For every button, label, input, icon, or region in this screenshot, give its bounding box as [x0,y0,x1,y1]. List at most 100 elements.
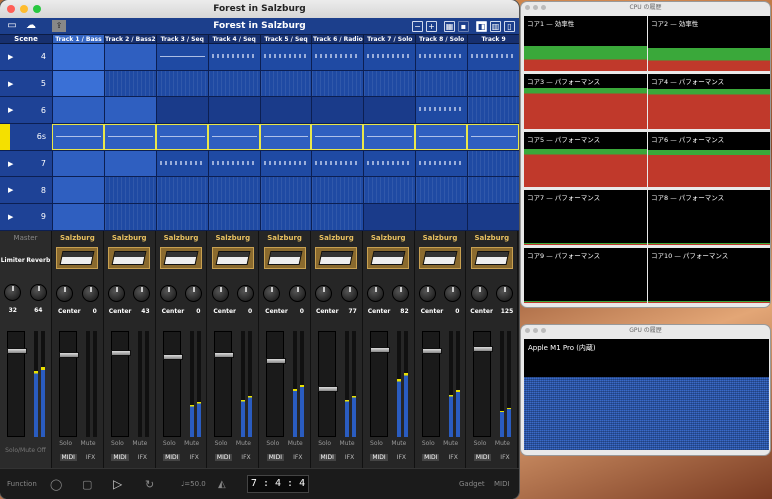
loop-icon[interactable]: ↻ [145,478,154,491]
zoom-button[interactable] [541,328,546,333]
clip-slot[interactable] [415,70,468,97]
instrument-name[interactable]: Salzburg [466,231,517,245]
midi-button[interactable]: MIDI [473,454,492,461]
solo-button[interactable]: Solo [163,440,176,447]
instrument-thumbnail[interactable] [315,247,358,269]
clip-slot[interactable] [207,70,260,97]
clip-slot[interactable] [207,204,260,230]
clip-slot[interactable] [259,150,312,177]
volume-fader[interactable] [318,331,338,437]
clip-slot[interactable] [52,177,104,204]
tempo-display[interactable]: ♩=50.0 [181,480,206,488]
pan-knob[interactable] [107,285,125,302]
clip-slot[interactable] [363,97,416,124]
clip-slot[interactable] [207,177,260,204]
add-track-button[interactable]: + [426,20,437,32]
scene-row[interactable]: ▶ 9 [0,204,52,231]
ifx-button[interactable]: IFX [86,454,95,461]
clip-slot[interactable] [363,177,416,204]
clip-slot[interactable] [207,44,260,70]
clip-slot[interactable] [415,97,468,124]
instrument-name[interactable]: Salzburg [207,231,258,245]
record-icon[interactable]: ◯ [50,478,62,491]
play-icon[interactable]: ▶ [8,186,18,194]
clip-slot[interactable] [363,124,416,150]
instrument-name[interactable]: Salzburg [311,231,362,245]
pan-knob[interactable] [159,285,177,302]
close-button[interactable] [525,5,530,10]
view-mixer-icon[interactable]: ▥ [490,20,501,32]
send-knob[interactable] [236,285,254,302]
play-icon[interactable]: ▶ [8,106,18,114]
instrument-thumbnail[interactable] [108,247,151,269]
midi-button[interactable]: MIDI [214,454,233,461]
instrument-name[interactable]: Salzburg [415,231,466,245]
limiter-knob[interactable] [4,284,22,301]
midi-button[interactable]: MIDI [59,454,77,461]
pan-knob[interactable] [211,285,229,302]
clip-slot[interactable] [207,97,260,124]
clip-slot[interactable] [155,177,208,204]
track-header[interactable]: Track 4 / Seq [207,35,260,43]
scene-row[interactable]: ▶ 4 [0,44,52,71]
clip-slot[interactable] [415,44,468,70]
play-icon[interactable]: ▶ [8,213,18,221]
clip-slot[interactable] [415,150,468,177]
clip-slot[interactable] [311,177,364,204]
clip-slot[interactable] [259,97,312,124]
track-header[interactable]: Track 5 / Seq [259,35,312,43]
track-header[interactable]: Track 7 / Solo [363,35,415,43]
clip-slot[interactable] [52,150,104,177]
track-header[interactable]: Track 1 / Bass [52,35,104,43]
instrument-name[interactable]: Salzburg [52,231,103,245]
minimize-button[interactable] [20,5,28,13]
scene-row[interactable]: ▶ 5 [0,70,52,98]
track-header[interactable]: Track 6 / Radio [311,35,363,43]
mute-button[interactable]: Mute [340,440,355,447]
clip-slot[interactable] [155,70,208,97]
pan-knob[interactable] [366,285,384,302]
volume-fader[interactable] [473,331,494,437]
remove-track-button[interactable]: − [412,20,423,32]
instrument-thumbnail[interactable] [159,247,202,269]
clip-slot[interactable] [311,44,364,70]
clip-slot[interactable] [155,124,208,150]
clip-slot[interactable] [363,204,416,230]
solo-button[interactable]: Solo [422,440,435,447]
clip-slot[interactable] [155,204,208,230]
clip-slot[interactable] [207,150,260,177]
clip-slot[interactable] [311,124,364,150]
midi-button[interactable]: MIDI [318,454,336,461]
ifx-button[interactable]: IFX [449,454,458,461]
metronome-icon[interactable]: ◭ [218,479,226,490]
clip-slot[interactable] [311,97,364,124]
play-icon[interactable]: ▶ [8,160,18,168]
clip-slot[interactable] [103,124,156,150]
instrument-thumbnail[interactable] [56,247,99,269]
solo-mute-off[interactable]: Solo/Mute Off [0,447,51,454]
clip-slot[interactable] [415,204,468,230]
solo-button[interactable]: Solo [59,440,72,447]
solo-button[interactable]: Solo [318,440,331,447]
midi-button[interactable]: MIDI [163,454,181,461]
ifx-button[interactable]: IFX [500,454,509,461]
zoom-button[interactable] [33,5,41,13]
send-knob[interactable] [340,285,358,302]
clip-slot[interactable] [103,150,156,177]
scene-row[interactable]: ▶ 8 [0,177,52,205]
pan-knob[interactable] [56,285,74,302]
clip-slot[interactable] [467,204,519,230]
midi-button[interactable]: MIDI [266,454,285,461]
clip-slot[interactable] [467,70,519,97]
instrument-thumbnail[interactable] [211,247,254,269]
send-knob[interactable] [81,285,99,302]
clip-slot[interactable] [363,150,416,177]
volume-fader[interactable] [110,331,131,437]
clip-slot[interactable] [52,97,104,124]
instrument-thumbnail[interactable] [263,247,306,269]
send-knob[interactable] [392,285,410,302]
clip-slot[interactable] [467,124,519,150]
midi-button[interactable]: MIDI [422,454,440,461]
stop-icon[interactable]: ▢ [82,478,92,491]
clip-slot[interactable] [52,204,104,230]
